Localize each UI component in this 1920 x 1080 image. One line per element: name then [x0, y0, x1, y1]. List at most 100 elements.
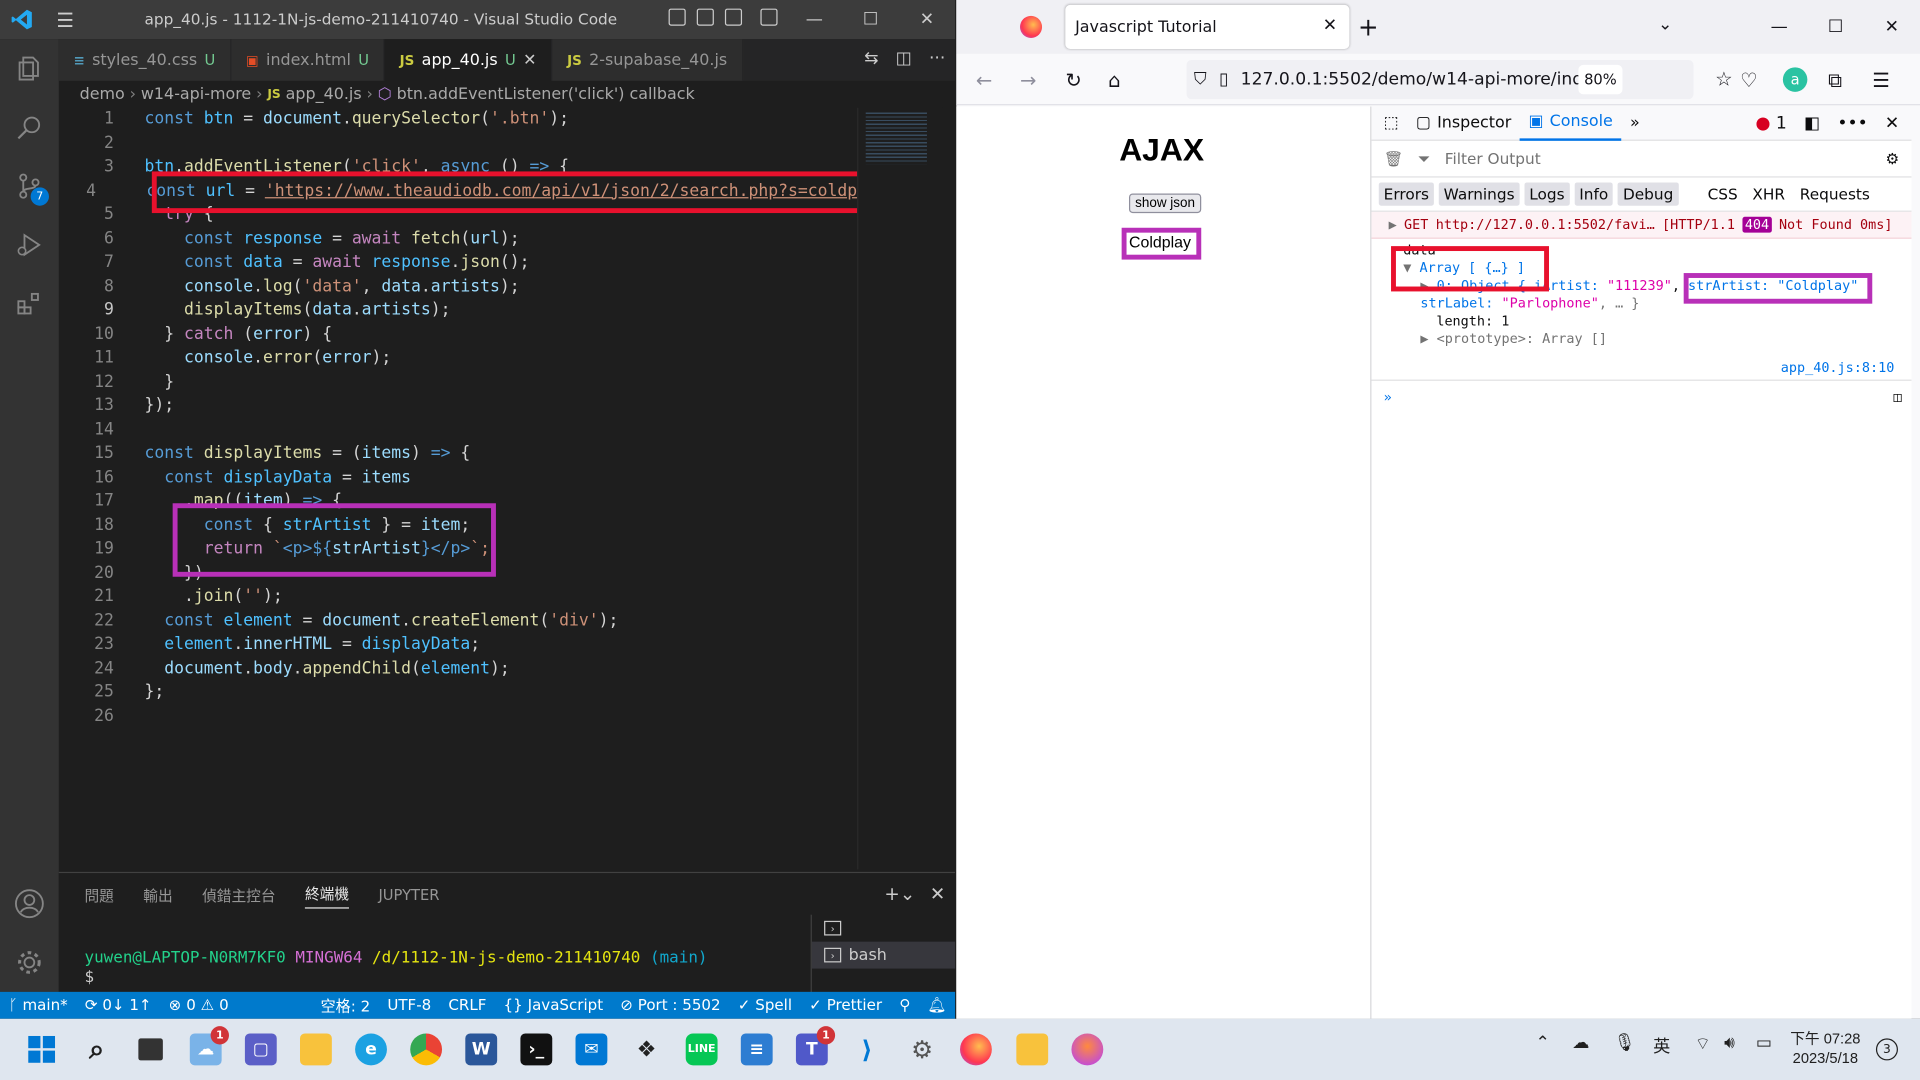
expand-arrow-icon[interactable]: ▶: [1389, 217, 1397, 233]
wifi-icon[interactable]: ⌔: [1695, 1033, 1711, 1055]
terminal-item[interactable]: › bash: [811, 941, 956, 969]
split-editor-icon[interactable]: ◫: [896, 49, 912, 69]
task-view-icon[interactable]: [135, 1033, 167, 1065]
tab-styles-css[interactable]: ≡ styles_40.css U: [58, 39, 232, 81]
breadcrumb-item[interactable]: app_40.js: [286, 85, 362, 103]
breadcrumb-item[interactable]: btn.addEventListener('click') callback: [397, 85, 695, 103]
onedrive-icon[interactable]: [1016, 1033, 1049, 1066]
minimap[interactable]: [857, 107, 943, 870]
level-debug[interactable]: Debug: [1618, 182, 1679, 206]
filter-xhr[interactable]: XHR: [1748, 182, 1790, 205]
battery-icon[interactable]: ▭: [1756, 1033, 1772, 1053]
word-icon[interactable]: W: [465, 1033, 498, 1066]
devtools-menu-icon[interactable]: •••: [1837, 114, 1867, 134]
feedback-icon[interactable]: ⚲: [891, 997, 919, 1014]
new-tab-icon[interactable]: +: [1358, 12, 1379, 41]
app-menu-icon[interactable]: ☰: [1872, 69, 1890, 92]
source-control-icon[interactable]: 7: [0, 157, 59, 216]
terminal-icon[interactable]: ›_: [520, 1033, 553, 1066]
teams-icon[interactable]: T1: [795, 1026, 836, 1066]
forward-icon[interactable]: →: [1020, 69, 1036, 92]
new-terminal-icon[interactable]: +⌄: [884, 883, 915, 905]
dropbox-icon[interactable]: ❖: [631, 1033, 663, 1065]
level-warnings[interactable]: Warnings: [1438, 182, 1520, 206]
tab-supabase-js[interactable]: JS 2-supabase_40.js: [552, 39, 744, 81]
problems-status[interactable]: ⊗ 0 ⚠ 0: [160, 997, 237, 1014]
toggle-panel-icon[interactable]: [696, 8, 714, 26]
tab-console[interactable]: ▣ Console: [1519, 106, 1622, 141]
mic-muted-icon[interactable]: 🎙︎: [1614, 1033, 1636, 1053]
toggle-sidebar-icon[interactable]: [668, 8, 686, 26]
tab-problems[interactable]: 問題: [84, 885, 113, 906]
search-icon[interactable]: [0, 98, 59, 157]
level-logs[interactable]: Logs: [1524, 182, 1570, 206]
notifications-bell-icon[interactable]: 🔔︎: [919, 996, 955, 1014]
tab-close-icon[interactable]: ✕: [1323, 16, 1337, 36]
sync-status[interactable]: ⟳ 0↓ 1↑: [76, 997, 160, 1014]
breadcrumb-item[interactable]: demo: [80, 85, 125, 103]
close-icon[interactable]: ✕: [1864, 0, 1920, 54]
tab-index-html[interactable]: ▣ index.html U: [231, 39, 385, 81]
search-icon[interactable]: ⌕: [81, 1033, 113, 1065]
pocket-icon[interactable]: ♡: [1740, 69, 1758, 92]
extensions-icon[interactable]: [0, 274, 59, 333]
filter-input[interactable]: Filter Output: [1445, 149, 1871, 167]
tab-app-js[interactable]: JS app_40.js U ✕: [384, 39, 553, 81]
maximize-icon[interactable]: ☐: [1807, 0, 1863, 54]
console-settings-icon[interactable]: ⚙: [1885, 149, 1899, 167]
console-input[interactable]: » ◫: [1371, 379, 1912, 414]
url-bar[interactable]: ⛉ ▯ 127.0.0.1:5502/demo/w14-api-more/ind…: [1186, 60, 1733, 100]
tab-debug-console[interactable]: 偵錯主控台: [202, 885, 275, 906]
language-status[interactable]: {} JavaScript: [495, 997, 612, 1014]
code-editor[interactable]: 1 const btn = document.querySelector('.bt…: [59, 108, 857, 870]
volume-icon[interactable]: 🔊︎: [1724, 1033, 1735, 1053]
live-server-status[interactable]: ⊘ Port : 5502: [612, 997, 729, 1014]
accounts-icon[interactable]: [0, 874, 59, 933]
element-picker-icon[interactable]: ⬚: [1371, 106, 1407, 140]
tab-inspector[interactable]: ▢ Inspector: [1407, 106, 1520, 140]
minimize-icon[interactable]: —: [1751, 0, 1807, 54]
terminal-output[interactable]: yuwen@LAPTOP-N0RM7KF0 MINGW64 /d/1112-1N…: [84, 949, 707, 988]
firefox-taskbar-icon[interactable]: [960, 1033, 992, 1066]
prototype-row[interactable]: ▶ <prototype>: Array []: [1403, 330, 1911, 348]
breadcrumb-item[interactable]: w14-api-more: [141, 85, 251, 103]
start-windows-icon[interactable]: [26, 1033, 58, 1065]
log-source-link[interactable]: app_40.js:8:10: [1781, 359, 1895, 375]
filter-css[interactable]: CSS: [1703, 182, 1743, 205]
close-panel-icon[interactable]: ✕: [930, 883, 945, 905]
cloud-icon[interactable]: ☁: [1572, 1033, 1589, 1053]
encoding-status[interactable]: UTF-8: [379, 997, 440, 1014]
app-icon[interactable]: [1071, 1033, 1104, 1066]
list-tabs-icon[interactable]: ⌄: [1658, 15, 1672, 35]
chevron-up-icon[interactable]: ⌃: [1536, 1033, 1550, 1053]
editor-mode-icon[interactable]: ◫: [1894, 389, 1902, 405]
mail-icon[interactable]: ✉: [575, 1033, 608, 1066]
filter-requests[interactable]: Requests: [1795, 182, 1875, 205]
chat-icon[interactable]: ▢: [244, 1033, 277, 1066]
home-icon[interactable]: ⌂: [1108, 69, 1120, 92]
more-tools-icon[interactable]: »: [1621, 106, 1648, 140]
line-icon[interactable]: LINE: [685, 1033, 718, 1066]
network-error-message[interactable]: ▶ GET http://127.0.0.1:5502/favi… [HTTP/…: [1371, 211, 1912, 239]
indent-status[interactable]: 空格: 2: [312, 994, 379, 1016]
bookmark-star-icon[interactable]: ☆: [1715, 67, 1733, 90]
spell-status[interactable]: ✓ Spell: [729, 997, 800, 1014]
back-icon[interactable]: ←: [976, 69, 992, 92]
firefox-view-icon[interactable]: [1020, 15, 1043, 38]
editor-scrollbar[interactable]: [942, 107, 956, 870]
notepad-icon[interactable]: ≡: [740, 1033, 773, 1066]
maximize-icon[interactable]: ☐: [842, 0, 898, 39]
weather-icon[interactable]: ☁ 1: [189, 1026, 229, 1066]
chrome-icon[interactable]: [410, 1033, 443, 1066]
prettier-status[interactable]: ✓ Prettier: [801, 997, 891, 1014]
run-debug-icon[interactable]: [0, 216, 59, 275]
level-errors[interactable]: Errors: [1378, 182, 1434, 206]
request-url[interactable]: http://127.0.0.1:5502/favi…: [1436, 217, 1655, 233]
tab-close-icon[interactable]: ✕: [523, 51, 536, 69]
error-count-badge[interactable]: ● 1: [1756, 114, 1787, 134]
settings-icon[interactable]: ⚙: [906, 1033, 938, 1065]
close-icon[interactable]: ✕: [899, 0, 955, 39]
tab-terminal[interactable]: 終端機: [304, 882, 350, 908]
close-devtools-icon[interactable]: ✕: [1885, 114, 1899, 134]
ime-indicator[interactable]: 英: [1653, 1033, 1670, 1057]
